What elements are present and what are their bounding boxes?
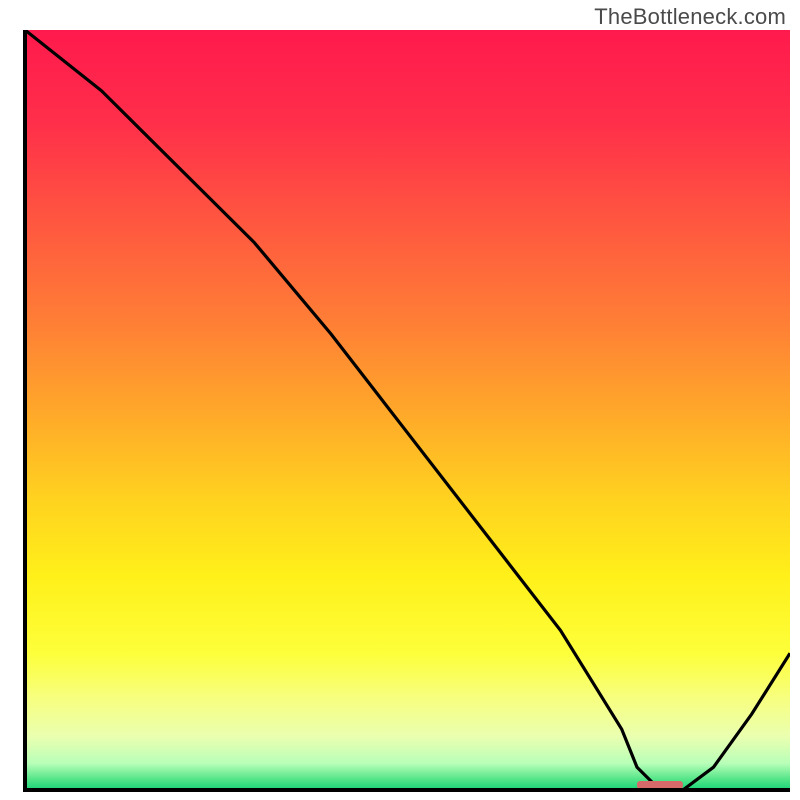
- optimal-range-marker: [637, 781, 683, 789]
- bottleneck-chart: [0, 0, 800, 800]
- gradient-background: [25, 30, 790, 790]
- chart-container: TheBottleneck.com: [0, 0, 800, 800]
- watermark-text: TheBottleneck.com: [594, 4, 786, 30]
